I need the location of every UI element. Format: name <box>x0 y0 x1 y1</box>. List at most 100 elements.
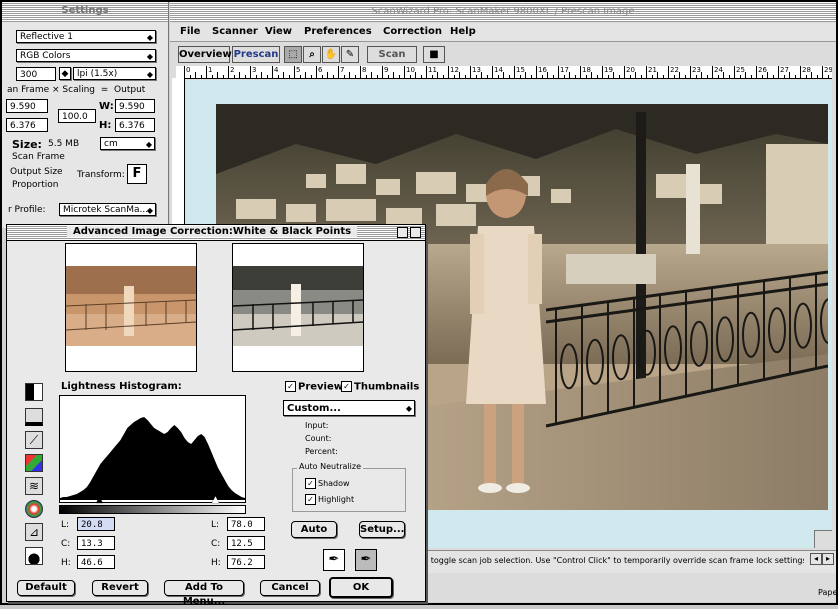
highlight-slider-handle[interactable]: ▲ <box>212 495 219 505</box>
main-title-bar: ScanWizard Pro: ScanMaker 9800XL / Presc… <box>170 2 836 22</box>
resolution-unit-select[interactable]: lpi (1.5x) ◆ <box>73 67 156 80</box>
resolution-field[interactable]: 300 <box>16 67 56 81</box>
ruler-tick-label: 24 <box>714 66 723 74</box>
percent-info-label: Percent: <box>305 447 338 456</box>
selective-color-icon[interactable]: ⊿ <box>25 523 43 541</box>
option-proportion[interactable]: Proportion <box>12 180 58 190</box>
ruler-tick <box>404 66 405 78</box>
ruler-minor-tick <box>679 72 680 78</box>
transform-button[interactable]: F <box>127 164 147 184</box>
input-width-field[interactable]: 9.590 <box>6 99 48 113</box>
ruler-tick-label: 3 <box>252 66 257 74</box>
menu-preferences[interactable]: Preferences <box>304 26 372 37</box>
scaling-label: Scaling <box>62 85 96 95</box>
ruler-minor-tick <box>794 75 796 78</box>
ruler-minor-tick <box>255 75 257 78</box>
shadow-slider-handle[interactable]: ▲ <box>96 495 103 505</box>
resolution-stepper[interactable]: ◆ <box>59 67 71 80</box>
highlight-checkbox[interactable]: ✓ Highlight <box>305 494 354 505</box>
zoom-box-icon[interactable] <box>397 227 408 238</box>
ruler-minor-tick <box>585 75 587 78</box>
tone-icon[interactable] <box>25 547 43 565</box>
unit-select[interactable]: cm ◆ <box>100 137 155 150</box>
highlight-c-field[interactable]: 12.5 <box>227 536 265 550</box>
profile-select[interactable]: Microtek ScanMa... ◆ <box>59 203 156 216</box>
ruler-minor-tick <box>343 75 345 78</box>
zoom-tool-icon[interactable]: ⌕ <box>303 46 321 63</box>
highlight-check-icon: ✓ <box>305 494 316 505</box>
menu-view[interactable]: View <box>265 26 292 37</box>
thumbnails-check-icon: ✓ <box>341 381 352 392</box>
color-wheel-icon[interactable] <box>25 500 43 518</box>
profile-select-value: Microtek ScanMa... <box>63 205 149 215</box>
lightness-histogram <box>60 417 245 500</box>
camera-icon[interactable]: ■ <box>423 46 445 63</box>
scaling-field[interactable]: 100.0 <box>58 109 96 123</box>
collapse-box-icon[interactable] <box>410 227 421 238</box>
shadow-l-field[interactable]: 20.8 <box>77 517 115 531</box>
hand-tool-icon[interactable]: ✋ <box>322 46 340 63</box>
menu-correction[interactable]: Correction <box>383 26 442 37</box>
black-eyedropper-icon[interactable]: ✒ <box>323 549 345 571</box>
highlight-h-field[interactable]: 76.2 <box>227 555 265 569</box>
menu-file[interactable]: File <box>180 26 200 37</box>
shadow-checkbox[interactable]: ✓ Shadow <box>305 478 350 489</box>
color-balance-icon[interactable] <box>25 454 43 472</box>
auto-neutralize-label: Auto Neutralize <box>297 462 363 471</box>
ruler-minor-tick <box>277 75 279 78</box>
ruler-minor-tick <box>629 75 631 78</box>
lightness-icon[interactable] <box>25 383 43 401</box>
thumbnails-checkbox[interactable]: ✓ Thumbnails <box>341 381 419 393</box>
scan-frame-header: an Frame × Scaling = Output <box>7 85 145 95</box>
white-eyedropper-icon[interactable]: ✒ <box>355 549 377 571</box>
preview-scrollbar[interactable] <box>814 530 832 548</box>
ruler-minor-tick <box>459 72 460 78</box>
ok-button[interactable]: OK <box>329 577 393 598</box>
setup-button[interactable]: Setup... <box>359 521 405 538</box>
prescan-button[interactable]: Prescan <box>232 46 280 63</box>
shadow-check-icon: ✓ <box>305 478 316 489</box>
ruler-minor-tick <box>519 75 521 78</box>
ruler-tick <box>294 66 295 78</box>
preview-check-icon: ✓ <box>285 381 296 392</box>
scroll-left-icon[interactable]: ◂ <box>810 553 822 565</box>
shadow-h-field[interactable]: 46.6 <box>77 555 115 569</box>
ruler-minor-tick <box>200 75 202 78</box>
scan-button[interactable]: Scan <box>367 46 417 63</box>
preview-checkbox[interactable]: ✓ Preview <box>285 381 343 393</box>
ruler-minor-tick <box>288 75 290 78</box>
levels-icon[interactable] <box>25 408 43 426</box>
ruler-minor-tick <box>563 75 565 78</box>
source-select[interactable]: Reflective 1 ◆ <box>16 30 156 43</box>
output-width-field[interactable]: 9.590 <box>115 99 155 113</box>
auto-button[interactable]: Auto <box>291 521 337 538</box>
ruler-minor-tick <box>222 75 224 78</box>
menu-help[interactable]: Help <box>450 26 476 37</box>
ruler-tick <box>338 66 339 78</box>
shadow-c-field[interactable]: 13.3 <box>77 536 115 550</box>
cancel-button[interactable]: Cancel <box>260 580 320 596</box>
output-height-field[interactable]: 6.376 <box>115 118 155 132</box>
settings-title-bar: Settings <box>2 2 168 22</box>
ruler-tick-label: 26 <box>758 66 767 74</box>
highlight-l-field[interactable]: 78.0 <box>227 517 265 531</box>
menu-scanner[interactable]: Scanner <box>212 26 258 37</box>
mode-select[interactable]: RGB Colors ◆ <box>16 49 156 62</box>
option-scan-frame[interactable]: Scan Frame <box>12 152 65 162</box>
scroll-right-icon[interactable]: ▸ <box>822 553 834 565</box>
preset-select[interactable]: Custom... ◆ <box>283 400 415 416</box>
ruler-tick-label: 0 <box>186 66 191 74</box>
hue-icon[interactable]: ≋ <box>25 477 43 495</box>
option-output-size[interactable]: Output Size <box>10 167 63 177</box>
dialog-title-bar: Advanced Image Correction:White & Black … <box>7 225 425 241</box>
input-height-field[interactable]: 6.376 <box>6 118 48 132</box>
curves-icon[interactable]: ⟋ <box>25 431 43 449</box>
add-to-menu-button[interactable]: Add To Menu... <box>164 580 244 607</box>
eyedropper-tool-icon[interactable]: ✎ <box>341 46 359 63</box>
marquee-tool-icon[interactable]: ⬚ <box>284 46 302 63</box>
overview-button[interactable]: Overview <box>178 46 232 63</box>
ruler-minor-tick <box>239 72 240 78</box>
default-button[interactable]: Default <box>17 580 75 596</box>
highlight-c-label: C: <box>211 539 221 549</box>
revert-button[interactable]: Revert <box>92 580 148 596</box>
